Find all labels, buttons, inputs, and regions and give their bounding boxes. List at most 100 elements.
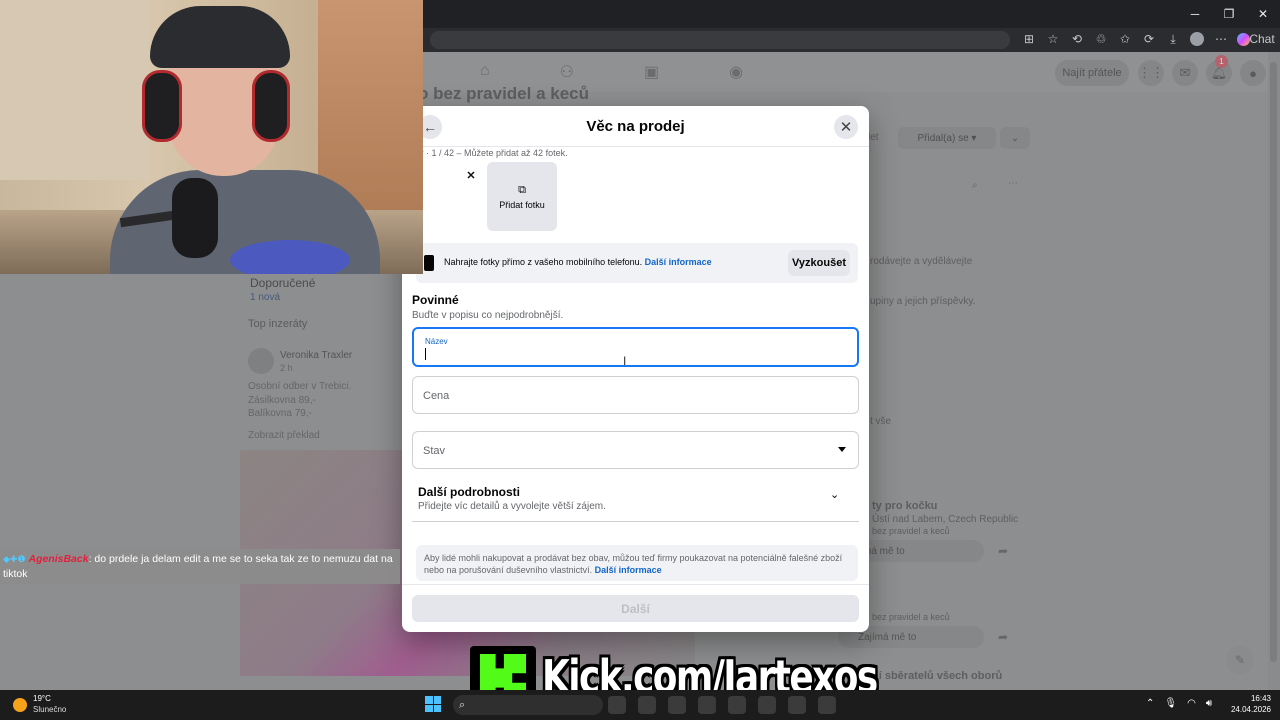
home-icon[interactable]: ⌂ [480, 62, 490, 82]
windows-start-icon[interactable] [425, 696, 441, 712]
favorite-star-icon[interactable]: ☆ [1045, 30, 1061, 48]
taskbar-app-icon[interactable] [758, 696, 776, 714]
taskbar-app-icon[interactable] [818, 696, 836, 714]
group-title: o bez pravidel a keců [418, 84, 590, 103]
messenger-icon[interactable]: ✉ [1172, 60, 1198, 86]
photo-count-label: tky · 1 / 42 – Můžete přidat až 42 fotek… [412, 148, 568, 158]
microphone-icon[interactable]: 🎙︎ [1164, 698, 1177, 709]
copilot-chat-button[interactable]: Chat [1237, 30, 1275, 48]
let-label: let [868, 132, 879, 143]
more-options-chevron-icon[interactable]: ⌄ [1000, 127, 1030, 149]
sun-icon[interactable] [13, 698, 27, 712]
maximize-icon[interactable]: ❐ [1212, 0, 1246, 28]
marketplace-icon[interactable]: ▣ [644, 62, 659, 82]
joined-button[interactable]: Přidal(a) se ▾ [898, 127, 996, 149]
price-input[interactable]: Cena [412, 376, 859, 414]
taskbar-app-icon[interactable] [728, 696, 746, 714]
post-line: Osobní odber v Trebici. [248, 381, 352, 392]
downloads-icon[interactable]: ⤓ [1165, 30, 1181, 48]
performance-icon[interactable]: ♲ [1093, 30, 1109, 48]
price-placeholder: Cena [423, 390, 450, 402]
webcam-wall [0, 0, 150, 180]
taskbar-app-icon[interactable] [698, 696, 716, 714]
taskbar-app-icon[interactable] [788, 696, 806, 714]
app-install-icon[interactable]: ⊞ [1021, 30, 1037, 48]
post-time: 2 h [280, 363, 293, 373]
see-all-link[interactable]: t vše [870, 416, 891, 427]
next-button[interactable]: Další [412, 595, 859, 622]
weather-description[interactable]: Slunečno [33, 705, 66, 714]
page-scrollbar[interactable] [1268, 52, 1280, 690]
menu-grid-icon[interactable]: ⋮⋮ [1138, 60, 1164, 86]
try-button[interactable]: Vyzkoušet [788, 250, 850, 276]
dialog-footer: Další [402, 584, 869, 632]
clock-date[interactable]: 24.04.2026 [1225, 705, 1271, 714]
share-icon[interactable]: ➦ [990, 626, 1016, 648]
chevron-down-icon[interactable]: ⌄ [830, 488, 839, 501]
microphone [172, 178, 218, 258]
account-avatar[interactable]: ● [1240, 60, 1266, 86]
mobile-phone-icon [424, 255, 434, 271]
title-input[interactable]: Název I [412, 327, 859, 368]
friends-icon[interactable]: ⚇ [560, 62, 574, 82]
condition-select[interactable]: Stav [412, 431, 859, 469]
top-ads-dropdown[interactable]: Top inzeráty [248, 318, 307, 330]
history-icon[interactable]: ⟳ [1141, 30, 1157, 48]
window-controls: ─ ❐ ✕ [1178, 0, 1280, 28]
chat-username: AgenisBack [28, 553, 89, 565]
address-bar[interactable] [430, 31, 1010, 49]
minimize-icon[interactable]: ─ [1178, 0, 1212, 28]
blue-light-glow [230, 240, 350, 274]
close-icon[interactable]: ✕ [834, 115, 858, 139]
taskbar-apps [608, 696, 836, 714]
mobile-upload-text: Nahrajte fotky přímo z vašeho mobilního … [444, 257, 712, 267]
mouse-ibeam-cursor: I [623, 354, 627, 368]
sidebar-post-group: bez pravidel a keců [872, 526, 950, 536]
add-photo-button[interactable]: ⧉ Přidat fotku [487, 162, 557, 231]
volume-icon[interactable]: 🔊︎ [1206, 698, 1212, 709]
dialog-body: tky · 1 / 42 – Můžete přidat až 42 fotek… [402, 147, 869, 582]
sidebar-text-groups: upiny a jejich příspěvky. [870, 296, 976, 307]
recommended-label: Doporučené [250, 276, 316, 290]
sidebar-post-title[interactable]: ty pro kočku [872, 500, 937, 512]
more-info-link[interactable]: Další informace [645, 257, 712, 267]
taskbar-app-icon[interactable] [608, 696, 626, 714]
item-for-sale-dialog: ← Věc na prodej ✕ tky · 1 / 42 – Můžete … [402, 106, 869, 632]
chat-badges-icon: ◆✚❶ [3, 554, 26, 564]
post-author[interactable]: Veronika Traxler [280, 350, 352, 361]
more-dots-icon[interactable]: ⋯ [1008, 178, 1018, 189]
joined-label: Přidal(a) se [917, 132, 969, 144]
chevron-up-icon[interactable]: ⌃ [1146, 698, 1154, 709]
avatar[interactable] [248, 348, 274, 374]
more-menu-icon[interactable]: ⋯ [1213, 30, 1229, 48]
groups-icon[interactable]: ◉ [729, 62, 743, 82]
new-count-label[interactable]: 1 nová [250, 292, 280, 303]
scrollbar-thumb[interactable] [1270, 62, 1277, 662]
add-photo-icon: ⧉ [518, 183, 526, 196]
share-icon[interactable]: ➦ [990, 540, 1016, 562]
close-window-icon[interactable]: ✕ [1246, 0, 1280, 28]
remove-photo-icon[interactable]: ✕ [462, 166, 480, 184]
taskbar-search-icon[interactable]: ⌕ [453, 695, 603, 715]
facebook-main-nav: ⌂ ⚇ ▣ ◉ [480, 62, 743, 82]
system-tray: ⌃ 🎙︎ ◠ 🔊︎ [1146, 698, 1212, 709]
new-message-icon[interactable]: ✎ [1226, 646, 1254, 674]
translate-link[interactable]: Zobrazit překlad [248, 430, 320, 441]
wifi-icon[interactable]: ◠ [1187, 698, 1196, 709]
find-friends-button[interactable]: Najít přátele [1055, 60, 1129, 86]
notice-more-info-link[interactable]: Další informace [595, 565, 662, 575]
search-icon[interactable]: ⌕ [972, 180, 978, 191]
profile-icon[interactable] [1189, 30, 1205, 48]
extensions-icon[interactable]: ⟲ [1069, 30, 1085, 48]
more-details-title[interactable]: Další podrobnosti [418, 485, 520, 499]
taskbar-app-icon[interactable] [638, 696, 656, 714]
taskbar-app-icon[interactable] [668, 696, 686, 714]
title-input-label: Název [425, 337, 448, 346]
favorites-icon[interactable]: ✩ [1117, 30, 1133, 48]
interested-label-2: Zajímá mě to [858, 631, 917, 643]
facebook-right-icons: ⋮⋮ ✉ 🔔︎ ● [1138, 60, 1266, 86]
dialog-title: Věc na prodej [586, 118, 685, 135]
clock-time[interactable]: 16:43 [1235, 694, 1271, 703]
webcam-person-cap [150, 6, 290, 68]
weather-temperature[interactable]: 19°C [33, 694, 51, 703]
